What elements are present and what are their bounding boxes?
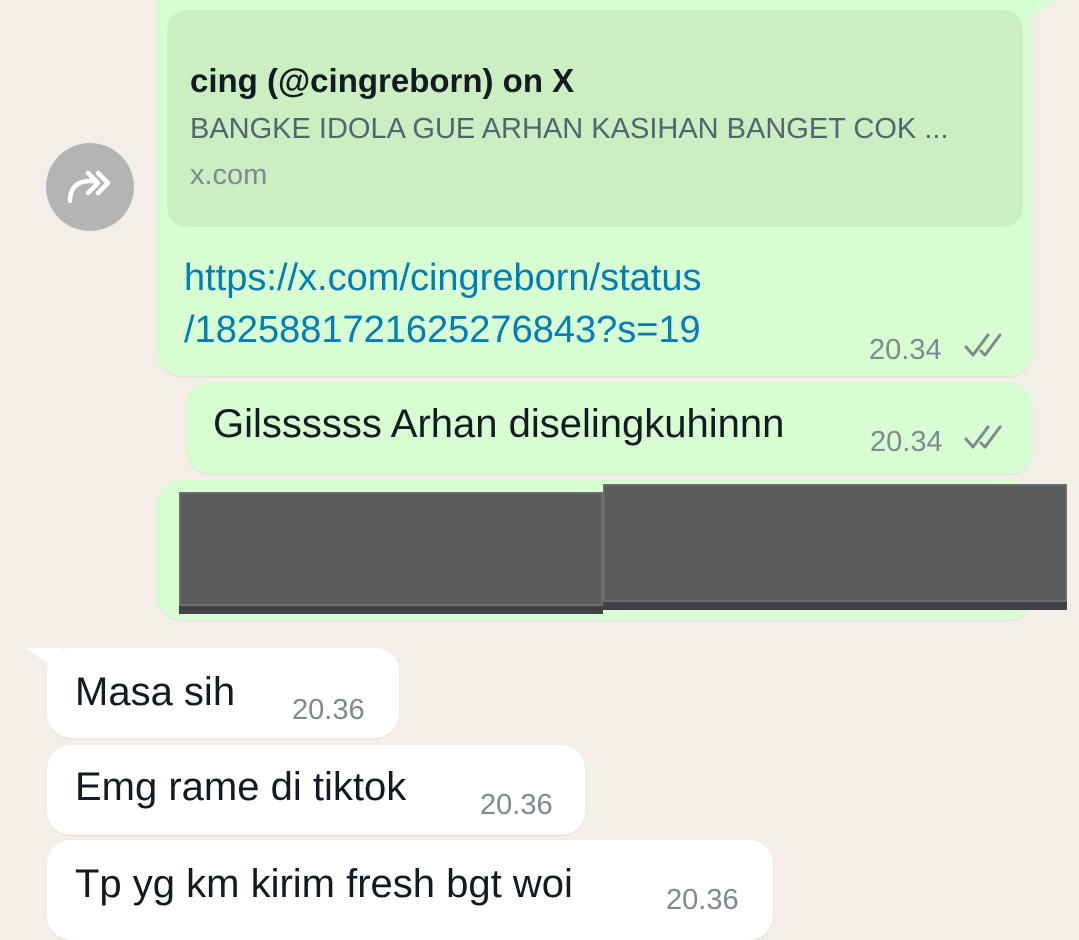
message-bubble-image[interactable]: [157, 480, 1067, 620]
double-check-icon: [964, 333, 1002, 357]
link-preview-card[interactable]: cing (@cingreborn) on X BANGKE IDOLA GUE…: [167, 10, 1023, 227]
message-time: 20.34: [869, 334, 942, 366]
double-check-icon: [964, 425, 1002, 449]
forward-button[interactable]: [46, 143, 134, 231]
message-bubble-incoming[interactable]: Emg rame di tiktok 20.36: [47, 745, 585, 835]
message-text: Masa sih: [75, 670, 236, 714]
censor-block: [603, 484, 1067, 610]
link-preview-title: cing (@cingreborn) on X: [190, 62, 575, 99]
link-preview-description: BANGKE IDOLA GUE ARHAN KASIHAN BANGET CO…: [190, 113, 949, 145]
message-time: 20.36: [666, 884, 739, 916]
message-link-line: /1825881721625276843?s=19: [184, 309, 701, 351]
message-bubble-outgoing[interactable]: cing (@cingreborn) on X BANGKE IDOLA GUE…: [157, 0, 1033, 376]
message-time: 20.36: [480, 789, 553, 821]
link-preview-domain: x.com: [190, 159, 268, 191]
message-text: Gilssssss Arhan diselingkuhinnn: [213, 402, 785, 446]
message-link[interactable]: https://x.com/cingreborn/status /1825881…: [184, 252, 701, 356]
message-text: Tp yg km kirim fresh bgt woi: [75, 862, 573, 906]
message-text: Emg rame di tiktok: [75, 765, 407, 809]
censor-block: [179, 492, 603, 614]
message-bubble-outgoing[interactable]: Gilssssss Arhan diselingkuhinnn 20.34: [186, 382, 1033, 474]
message-bubble-incoming[interactable]: Masa sih 20.36: [47, 648, 399, 738]
message-time: 20.36: [292, 694, 365, 726]
message-link-line: https://x.com/cingreborn/status: [184, 257, 702, 299]
message-time: 20.34: [870, 426, 943, 458]
forward-icon: [67, 170, 111, 204]
message-bubble-incoming[interactable]: Tp yg km kirim fresh bgt woi 20.36: [47, 840, 773, 940]
